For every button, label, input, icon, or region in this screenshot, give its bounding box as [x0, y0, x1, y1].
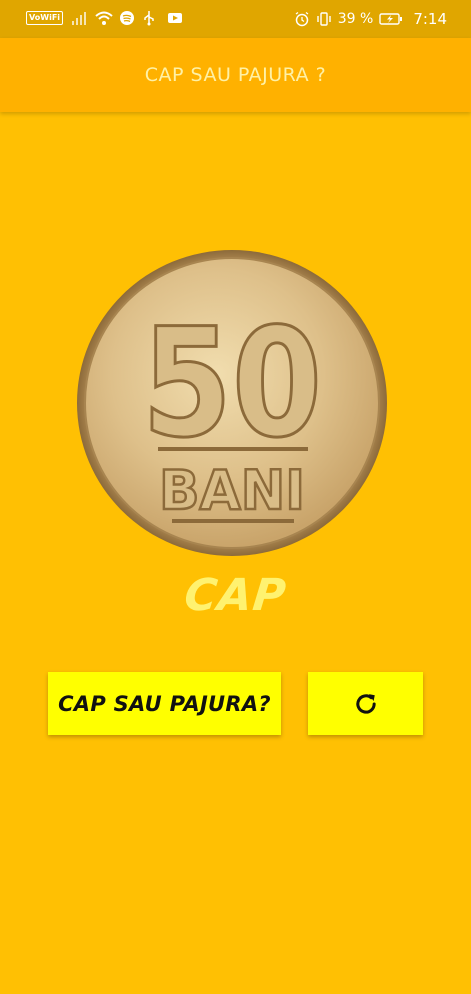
wifi-icon: [95, 10, 113, 26]
flip-coin-button[interactable]: CAP SAU PAJURA?: [48, 672, 281, 735]
flip-coin-button-label: CAP SAU PAJURA?: [58, 691, 271, 716]
youtube-icon: [167, 10, 183, 26]
status-right: 39 % 7:14: [294, 10, 447, 28]
app-title: CAP SAU PAJURA ?: [144, 64, 327, 86]
app-bar: CAP SAU PAJURA ?: [0, 38, 471, 112]
status-left: VoWiFi: [26, 10, 183, 26]
refresh-icon: [352, 690, 380, 718]
battery-icon: [379, 11, 403, 27]
result-text: CAP: [182, 570, 289, 621]
reset-button[interactable]: [308, 672, 423, 735]
alarm-icon: [294, 11, 310, 27]
coin-denomination: 50: [142, 297, 322, 471]
coin-currency: BANI: [159, 459, 305, 522]
vowifi-badge: VoWiFi: [26, 11, 64, 25]
spotify-icon: [119, 10, 135, 26]
status-bar: VoWiFi 39 % 7:14: [0, 0, 471, 38]
vibrate-icon: [316, 11, 332, 27]
usb-icon: [143, 10, 159, 26]
clock: 7:14: [413, 10, 447, 28]
battery-percent: 39 %: [337, 11, 374, 27]
coin-image: 50 BANI: [76, 249, 388, 557]
signal-icon: [71, 10, 87, 26]
